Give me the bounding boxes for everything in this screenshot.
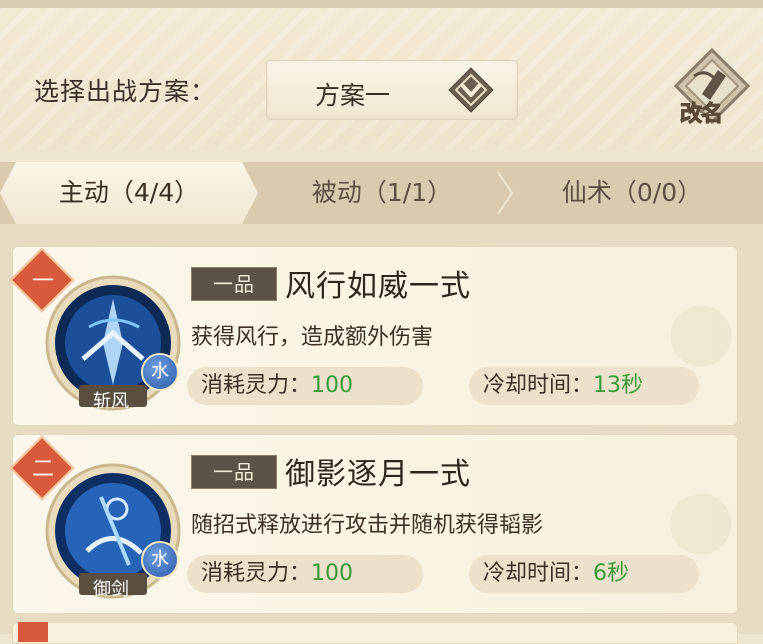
- skill-description: 随招式释放进行攻击并随机获得韬影: [191, 513, 544, 538]
- mana-cost-pill: 消耗灵力：100: [187, 367, 423, 405]
- cooldown-pill: 冷却时间：6秒: [469, 555, 699, 593]
- skill-card[interactable]: 二 御剑 水 一品 御影逐月一式 随招式释放进行攻击并随机获得韬影 消耗灵力：1…: [9, 434, 738, 614]
- cooldown-label: 冷却时间：: [483, 373, 594, 398]
- tab-active-skills[interactable]: 主动（4/4）: [0, 162, 258, 224]
- tab-immortal-arts-label: 仙术（0/0）: [561, 178, 703, 207]
- skill-type-tabs: 主动（4/4） 被动（1/1） 仙术（0/0）: [0, 162, 763, 224]
- tab-passive-skills[interactable]: 被动（1/1）: [262, 162, 502, 224]
- plan-dropdown[interactable]: 方案一: [266, 60, 518, 120]
- mana-cost-pill: 消耗灵力：100: [187, 555, 423, 593]
- mana-cost-value: 100: [311, 561, 354, 586]
- next-rank-badge: [18, 622, 48, 642]
- skill-description: 获得风行，造成额外伤害: [191, 325, 434, 350]
- water-element-badge: 水: [141, 541, 179, 579]
- skill-icon-label: 斩风: [93, 391, 129, 412]
- plan-selector-bar: 选择出战方案： 方案一 改名: [0, 8, 763, 150]
- grade-tag: 一品: [191, 455, 277, 489]
- top-strip: [0, 0, 763, 8]
- plan-selected-value: 方案一: [315, 81, 391, 110]
- next-skill-card-peek[interactable]: [12, 622, 738, 644]
- skill-icon-label: 御剑: [93, 579, 129, 600]
- cooldown-pill: 冷却时间：13秒: [469, 367, 699, 405]
- mana-cost-label: 消耗灵力：: [201, 561, 312, 586]
- mana-cost-label: 消耗灵力：: [201, 373, 312, 398]
- plan-label: 选择出战方案：: [34, 77, 217, 106]
- cooldown-value: 13秒: [593, 373, 644, 398]
- water-element-badge: 水: [141, 353, 179, 391]
- cooldown-label: 冷却时间：: [483, 561, 594, 586]
- chevron-down-icon: [448, 67, 494, 113]
- tab-immortal-arts[interactable]: 仙术（0/0）: [512, 162, 752, 224]
- tab-active-skills-label: 主动（4/4）: [58, 178, 200, 207]
- grade-tag: 一品: [191, 267, 277, 301]
- skill-name: 御影逐月一式: [285, 457, 471, 492]
- rename-button[interactable]: 改名: [672, 46, 752, 132]
- skill-card[interactable]: 一 斩风 水 一品 风行如威一式 获得风行，造成额外伤害 消耗灵力：100 冷却…: [9, 246, 738, 426]
- skill-name: 风行如威一式: [285, 269, 471, 304]
- tab-passive-skills-label: 被动（1/1）: [311, 178, 453, 207]
- rename-label: 改名: [679, 101, 723, 128]
- cooldown-value: 6秒: [593, 561, 630, 586]
- mana-cost-value: 100: [311, 373, 354, 398]
- skill-list: 一 斩风 水 一品 风行如威一式 获得风行，造成额外伤害 消耗灵力：100 冷却…: [0, 224, 763, 644]
